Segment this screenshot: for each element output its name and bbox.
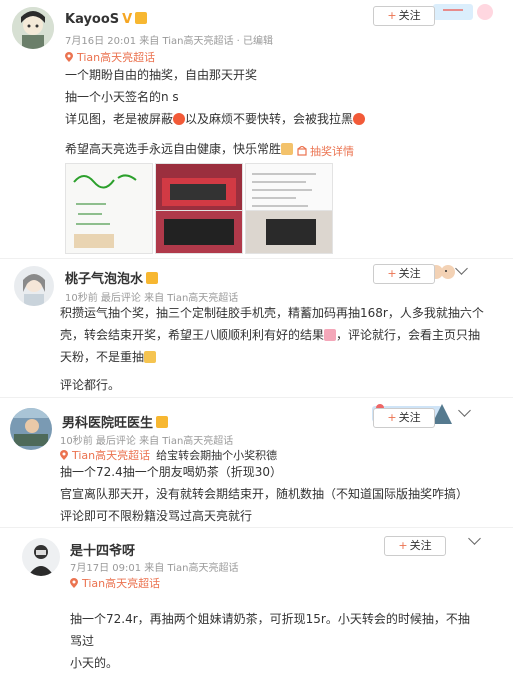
location-pin-icon bbox=[60, 450, 68, 460]
post-taozi: 桃子气泡泡水 10秒前 最后评论 来自 Tian高天亮超话 积攒运气抽个奖，抽三… bbox=[0, 262, 513, 392]
post-body: 抽一个72.4r，再抽两个姐妹请奶茶，可折现15r。小天转会的时候抽，不抽骂过 … bbox=[70, 608, 480, 674]
wish-line: 希望高天亮选手永远自由健康，快乐常胜 bbox=[65, 138, 485, 160]
post-image-handwritten-note[interactable] bbox=[65, 163, 153, 254]
card-decoration-sticker bbox=[433, 0, 503, 22]
body-line: 天粉，不是重抽 bbox=[60, 346, 490, 368]
chevron-down-icon[interactable] bbox=[455, 262, 468, 275]
divider bbox=[0, 527, 513, 528]
post-meta: 7月16日 20:01 来自 Tian高天亮超话 · 已编辑 bbox=[65, 36, 274, 47]
plus-icon: + bbox=[387, 267, 397, 280]
body-line: 详见图，老是被屏蔽 以及麻烦不要快转，会被我拉黑 bbox=[65, 108, 485, 130]
username[interactable]: 是十四爷呀 bbox=[70, 540, 135, 559]
username[interactable]: KayooS V bbox=[65, 12, 148, 27]
location-pin-icon bbox=[70, 578, 78, 588]
avatar-image bbox=[10, 408, 52, 450]
body-line: 抽一个小天签名的n s bbox=[65, 90, 179, 104]
body-line: 评论即可不限粉籍没骂过高天亮就行 bbox=[60, 509, 253, 523]
level-badge-icon bbox=[135, 12, 148, 24]
follow-button[interactable]: + 关注 bbox=[384, 536, 446, 556]
username[interactable]: 男科医院旺医生 bbox=[62, 412, 169, 431]
super-topic-label[interactable]: Tian高天亮超话 bbox=[77, 51, 155, 64]
body-line: 抽一个72.4抽一个朋友喝奶茶（折现30） bbox=[60, 465, 282, 479]
plus-icon: + bbox=[398, 539, 408, 552]
body-line: 抽一个72.4r，再抽两个姐妹请奶茶，可折现15r。小天转会的时候抽，不抽骂过 bbox=[70, 612, 470, 648]
angry-emoji-icon bbox=[353, 113, 366, 125]
post-image-switch-console[interactable] bbox=[155, 210, 243, 254]
username-text[interactable]: 桃子气泡泡水 bbox=[65, 272, 143, 287]
super-topic-tag[interactable]: Tian高天亮超话 bbox=[70, 575, 160, 591]
verified-badge: V bbox=[122, 12, 133, 27]
post-shisiye: 是十四爷呀 7月17日 09:01 来自 Tian高天亮超话 Tian高天亮超话… bbox=[0, 530, 513, 670]
body-line: 小天的。 bbox=[70, 656, 119, 670]
post-doctor: 男科医院旺医生 10秒前 最后评论 来自 Tian高天亮超话 Tian高天亮超话… bbox=[0, 400, 513, 524]
post-body: 抽一个72.4抽一个朋友喝奶茶（折现30） 官宣离队那天开，没有就转会期结束开，… bbox=[60, 461, 490, 527]
post-body: 积攒运气抽个奖，抽三个定制硅胶手机壳，精蓄加码再抽168r，人多我就抽六个 壳，… bbox=[60, 302, 490, 368]
post-meta: 10秒前 最后评论 来自 Tian高天亮超话 bbox=[60, 436, 234, 447]
body-line: 一个期盼自由的抽奖，自由那天开奖 bbox=[65, 68, 258, 82]
handwriting-sketch bbox=[73, 174, 137, 248]
post-meta: 7月17日 09:01 来自 Tian高天亮超话 bbox=[70, 563, 239, 574]
username-text[interactable]: 男科医院旺医生 bbox=[62, 416, 153, 431]
body-line: 官宣离队那天开，没有就转会期结束开，随机数抽（不知道国际版抽奖咋搞） bbox=[60, 487, 469, 501]
body-line: 积攒运气抽个奖，抽三个定制硅胶手机壳，精蓄加码再抽168r，人多我就抽六个 bbox=[60, 306, 484, 320]
avatar[interactable] bbox=[22, 538, 60, 576]
super-topic-label[interactable]: Tian高天亮超话 bbox=[82, 577, 160, 590]
username-text[interactable]: KayooS bbox=[65, 12, 119, 27]
chevron-down-icon[interactable] bbox=[458, 404, 471, 417]
level-badge-icon bbox=[156, 416, 169, 428]
lottery-icon bbox=[297, 145, 307, 156]
divider bbox=[0, 397, 513, 398]
sparkle-emoji-icon bbox=[324, 329, 337, 341]
follow-button[interactable]: + 关注 bbox=[373, 264, 435, 284]
location-pin-icon bbox=[65, 52, 73, 62]
post-kayoos: KayooS V 7月16日 20:01 来自 Tian高天亮超话 · 已编辑 T… bbox=[0, 0, 513, 262]
super-topic-tag[interactable]: Tian高天亮超话 bbox=[65, 49, 155, 65]
username-text[interactable]: 是十四爷呀 bbox=[70, 544, 135, 559]
clap-emoji-icon bbox=[144, 351, 157, 363]
body-line: 壳，转会结束开奖，希望王八顺顺利利有好的结果 ，评论就行，会看主页只抽 bbox=[60, 328, 481, 342]
avatar-image bbox=[14, 266, 54, 306]
pray-emoji-icon bbox=[281, 143, 294, 155]
post-body: 一个期盼自由的抽奖，自由那天开奖 抽一个小天签名的n s 详见图，老是被屏蔽 以及… bbox=[65, 64, 485, 130]
username[interactable]: 桃子气泡泡水 bbox=[65, 268, 159, 287]
avatar[interactable] bbox=[12, 7, 54, 49]
dark-box-photo bbox=[266, 219, 316, 245]
angry-emoji-icon bbox=[173, 113, 186, 125]
switch-console-photo bbox=[164, 219, 234, 245]
avatar-image bbox=[12, 7, 54, 49]
level-badge-icon bbox=[146, 272, 159, 284]
sticker-art bbox=[433, 4, 493, 20]
chevron-down-icon[interactable] bbox=[468, 532, 481, 545]
avatar[interactable] bbox=[10, 408, 52, 450]
plus-icon: + bbox=[387, 9, 397, 22]
post-image-dark-box[interactable] bbox=[245, 210, 333, 254]
follow-button[interactable]: + 关注 bbox=[373, 408, 435, 428]
divider bbox=[0, 258, 513, 259]
follow-button[interactable]: + 关注 bbox=[373, 6, 435, 26]
lottery-details-link[interactable]: 抽奖详情 bbox=[297, 143, 354, 159]
avatar[interactable] bbox=[14, 266, 54, 306]
post-extra: 评论都行。 bbox=[60, 378, 121, 392]
plus-icon: + bbox=[387, 411, 397, 424]
avatar-image bbox=[22, 538, 60, 576]
